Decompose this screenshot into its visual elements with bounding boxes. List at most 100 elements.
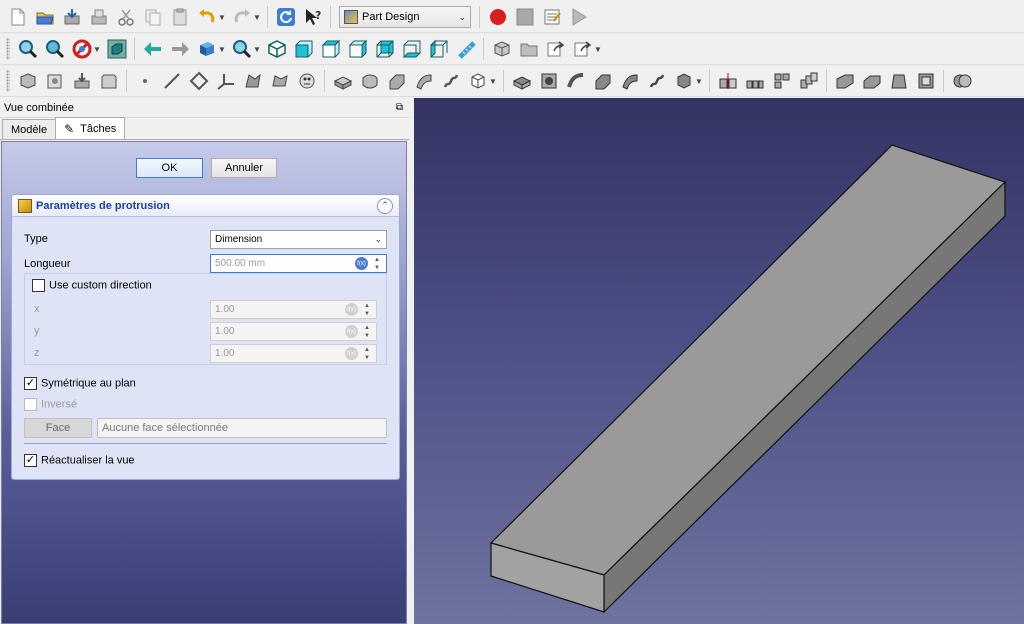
body-icon[interactable] [17,70,39,92]
save-as-icon[interactable] [88,6,110,28]
additive-primitive-icon[interactable] [467,70,489,92]
custom-direction-checkbox-row[interactable]: Use custom direction [32,279,152,292]
clone-icon[interactable] [71,70,93,92]
save-icon[interactable] [61,6,83,28]
whats-this-icon[interactable]: ? [302,6,324,28]
measure-distance-icon[interactable] [455,38,477,60]
3d-scene[interactable] [414,98,1024,624]
subtractive-helix-icon[interactable] [646,70,668,92]
create-link-icon[interactable] [545,38,567,60]
pocket-icon[interactable] [511,70,533,92]
redo-dropdown-icon[interactable]: ▼ [253,13,261,22]
new-document-icon[interactable] [7,6,29,28]
tab-tasks[interactable]: ✎ Tâches [55,117,126,139]
fit-all-icon[interactable] [17,38,39,60]
refresh-view-checkbox-row[interactable]: ✓ Réactualiser la vue [24,454,135,467]
cancel-button[interactable]: Annuler [211,158,277,178]
symmetric-checkbox[interactable]: ✓ [24,377,37,390]
mirrored-icon[interactable] [717,70,739,92]
sync-view-dropdown-icon[interactable]: ▼ [218,45,226,54]
ok-button[interactable]: OK [136,158,203,178]
attach-sketch-icon[interactable] [269,70,291,92]
tab-model[interactable]: Modèle [2,119,57,139]
navigate-back-icon[interactable] [142,38,164,60]
subtractive-loft-icon[interactable] [592,70,614,92]
create-body-icon[interactable] [491,38,513,60]
create-sublink-icon[interactable] [572,38,594,60]
sub-shape-binder-icon[interactable] [98,70,120,92]
left-view-icon[interactable] [428,38,450,60]
thickness-icon[interactable] [915,70,937,92]
workbench-selector[interactable]: Part Design ⌄ [339,6,471,28]
helix-icon[interactable] [440,70,462,92]
redo-icon[interactable] [231,6,253,28]
right-view-icon[interactable] [347,38,369,60]
zoom-icon[interactable] [231,38,253,60]
pad-top-face[interactable] [489,144,1007,576]
subtractive-primitive-dropdown-icon[interactable]: ▼ [695,77,703,86]
shape-binder-icon[interactable] [44,70,66,92]
loft-icon[interactable] [386,70,408,92]
float-panel-icon[interactable]: ⧉ [396,102,403,113]
undo-icon[interactable] [196,6,218,28]
undo-dropdown-icon[interactable]: ▼ [218,13,226,22]
edit-macro-icon[interactable] [541,6,563,28]
type-select[interactable]: Dimension ⌄ [210,230,387,249]
symmetric-checkbox-row[interactable]: ✓ Symétrique au plan [24,377,136,390]
bounding-box-icon[interactable] [106,38,128,60]
hole-icon[interactable] [538,70,560,92]
multi-transform-icon[interactable] [798,70,820,92]
expression-icon[interactable]: f(x) [355,257,368,270]
fit-selection-icon[interactable] [44,38,66,60]
revolution-icon[interactable] [359,70,381,92]
groove-icon[interactable] [565,70,587,92]
length-spinner[interactable]: ▲ ▼ [372,256,382,272]
draw-style-icon[interactable] [71,38,93,60]
datum-point-icon[interactable] [134,70,156,92]
validate-sketch-icon[interactable] [296,70,318,92]
toolbar-grip[interactable] [6,70,10,92]
zoom-dropdown-icon[interactable]: ▼ [253,45,261,54]
sweep-icon[interactable] [413,70,435,92]
datum-plane-icon[interactable] [188,70,210,92]
3d-viewport[interactable] [414,98,1024,624]
cut-icon[interactable] [115,6,137,28]
additive-primitive-dropdown-icon[interactable]: ▼ [489,77,497,86]
paste-icon[interactable] [169,6,191,28]
datum-line-icon[interactable] [161,70,183,92]
subtractive-primitive-icon[interactable] [673,70,695,92]
front-view-icon[interactable] [293,38,315,60]
custom-direction-checkbox[interactable] [32,279,45,292]
local-coordinate-system-icon[interactable] [215,70,237,92]
length-input[interactable]: 500.00 mm f(x) ▲ ▼ [210,254,387,273]
draw-style-dropdown-icon[interactable]: ▼ [93,45,101,54]
rear-view-icon[interactable] [374,38,396,60]
draft-icon[interactable] [888,70,910,92]
top-view-icon[interactable] [320,38,342,60]
run-macro-icon[interactable] [568,6,590,28]
collapse-icon[interactable]: ⌃ [377,197,393,214]
bottom-view-icon[interactable] [401,38,423,60]
subtractive-pipe-icon[interactable] [619,70,641,92]
fillet-icon[interactable] [834,70,856,92]
link-actions-dropdown-icon[interactable]: ▼ [594,45,602,54]
copy-icon[interactable] [142,6,164,28]
navigate-forward-icon[interactable] [169,38,191,60]
isometric-view-icon[interactable] [266,38,288,60]
z-input[interactable]: 1.00 f(x) ▲ ▼ [210,344,377,363]
sketch-icon[interactable] [242,70,264,92]
refresh-view-checkbox[interactable]: ✓ [24,454,37,467]
create-part-icon[interactable] [518,38,540,60]
linear-pattern-icon[interactable] [744,70,766,92]
polar-pattern-icon[interactable] [771,70,793,92]
refresh-icon[interactable] [275,6,297,28]
toolbar-grip[interactable] [6,38,10,60]
open-document-icon[interactable] [34,6,56,28]
y-input[interactable]: 1.00 f(x) ▲ ▼ [210,322,377,341]
sync-view-icon[interactable] [196,38,218,60]
chamfer-icon[interactable] [861,70,883,92]
record-macro-icon[interactable] [487,6,509,28]
x-input[interactable]: 1.00 f(x) ▲ ▼ [210,300,377,319]
stop-macro-icon[interactable] [514,6,536,28]
boolean-icon[interactable] [951,70,973,92]
